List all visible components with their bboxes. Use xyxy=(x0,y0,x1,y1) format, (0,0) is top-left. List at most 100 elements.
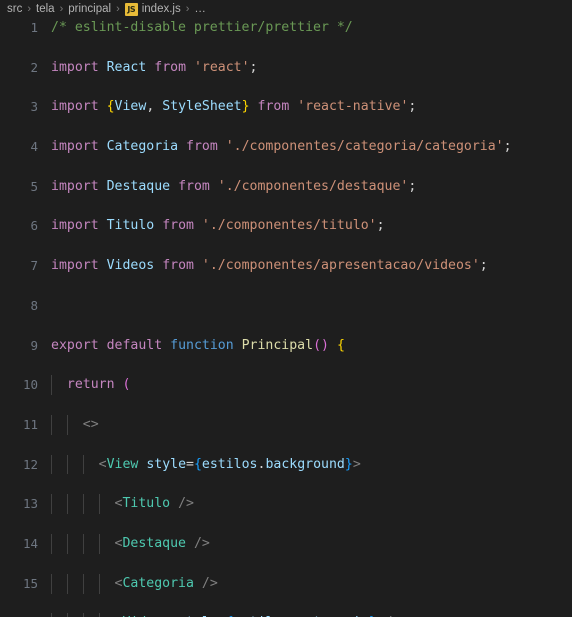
code-token: from xyxy=(178,178,210,194)
code-line-content: import {View, StyleSheet} from 'react-na… xyxy=(51,97,416,117)
breadcrumb-separator-icon: › xyxy=(27,3,32,15)
code-token: Titulo xyxy=(106,218,155,234)
line-number: 3 xyxy=(30,99,38,115)
code-token: ( xyxy=(313,337,322,353)
breadcrumb-item-tela[interactable]: tela xyxy=(35,3,56,15)
code-token: View xyxy=(114,99,147,115)
line-number: 9 xyxy=(30,337,38,353)
code-token: } xyxy=(344,456,353,472)
code-token: Destaque xyxy=(106,178,171,194)
code-line-content: <Videos style={estilos.categoria} /> xyxy=(51,613,401,617)
code-token: /> xyxy=(178,496,194,512)
code-token: default xyxy=(106,337,163,353)
code-line[interactable]: 4 import Categoria from './componentes/ca… xyxy=(0,137,572,157)
code-token: <> xyxy=(82,416,99,432)
code-line-content: import Categoria from './componentes/cat… xyxy=(51,137,512,157)
code-token: ; xyxy=(408,178,417,194)
code-line-content: import React from 'react'; xyxy=(51,58,258,78)
code-token: from xyxy=(162,218,194,234)
line-number: 11 xyxy=(22,416,38,432)
code-token: /> xyxy=(193,536,210,552)
code-line[interactable]: 10 return ( xyxy=(0,375,572,396)
code-token: import xyxy=(51,178,99,194)
code-line[interactable]: 15 <Categoria /> xyxy=(0,573,572,594)
javascript-file-icon: JS xyxy=(124,2,138,16)
code-line[interactable]: 7 import Videos from './componentes/apres… xyxy=(0,256,572,276)
code-token: Principal xyxy=(241,337,314,353)
code-line[interactable]: 2 import React from 'react'; xyxy=(0,58,572,78)
code-line[interactable]: 14 <Destaque /> xyxy=(0,534,572,554)
code-token: from xyxy=(162,258,194,274)
code-token: import xyxy=(51,59,99,75)
breadcrumb-item-file[interactable]: index.js xyxy=(141,3,182,15)
code-line[interactable]: 11 <> xyxy=(0,414,572,435)
line-number: 7 xyxy=(30,258,38,274)
breadcrumb-item-principal[interactable]: principal xyxy=(67,3,112,15)
code-token: /* eslint-disable prettier/prettier */ xyxy=(51,20,353,35)
line-number: 6 xyxy=(30,218,38,234)
code-line-content: import Destaque from './componentes/dest… xyxy=(51,177,416,197)
code-token: from xyxy=(154,59,187,75)
code-line[interactable]: 13 <Titulo /> xyxy=(0,494,572,515)
line-number: 16 xyxy=(0,613,38,617)
breadcrumb-symbol-ellipsis[interactable]: … xyxy=(193,3,207,15)
code-line[interactable]: 6 import Titulo from './componentes/titul… xyxy=(0,216,572,236)
code-token: estilos xyxy=(201,456,258,472)
code-line-content: export default function Principal() { xyxy=(51,336,345,356)
code-token: View xyxy=(106,456,139,472)
code-line[interactable]: 8 xyxy=(0,296,572,316)
code-line[interactable]: 3 import {View, StyleSheet} from 'react-n… xyxy=(0,97,572,117)
code-token: './componentes/categoria/categoria' xyxy=(225,139,504,155)
code-line[interactable]: 5 import Destaque from './componentes/des… xyxy=(0,177,572,197)
code-line[interactable]: 1 /* eslint-disable prettier/prettier */ xyxy=(0,18,572,38)
code-token: StyleSheet xyxy=(162,99,242,115)
code-token: ; xyxy=(408,99,417,115)
code-line[interactable]: 9 export default function Principal() { xyxy=(0,336,572,356)
code-token: < xyxy=(98,456,107,472)
code-token: import xyxy=(51,99,99,115)
code-line[interactable]: 16 <Videos style={estilos.categoria} /> xyxy=(0,613,572,617)
code-editor[interactable]: 1 /* eslint-disable prettier/prettier */ 2… xyxy=(0,18,572,617)
code-token: 'react' xyxy=(193,59,250,75)
code-token: ; xyxy=(249,59,258,75)
code-line-content: import Titulo from './componentes/titulo… xyxy=(51,216,385,236)
code-line-content: import Videos from './componentes/aprese… xyxy=(51,256,488,276)
code-token: = xyxy=(186,456,194,472)
code-token: background xyxy=(265,456,345,472)
code-line-content: /* eslint-disable prettier/prettier */ xyxy=(51,18,353,38)
code-token: { xyxy=(336,337,345,353)
code-token: Titulo xyxy=(122,496,171,512)
line-number: 15 xyxy=(22,575,38,591)
code-token: export xyxy=(51,337,99,353)
code-token: import xyxy=(51,218,99,234)
line-number: 2 xyxy=(30,59,38,75)
code-token: Videos xyxy=(106,258,155,274)
code-token: ; xyxy=(376,218,385,234)
code-token: ; xyxy=(503,139,512,155)
code-token: style xyxy=(146,456,187,472)
code-token: from xyxy=(186,139,218,155)
code-token: ( xyxy=(122,377,131,393)
breadcrumb-item-src[interactable]: src xyxy=(6,3,23,15)
code-token: Categoria xyxy=(106,139,179,155)
code-line[interactable]: 12 <View style={estilos.background}> xyxy=(0,454,572,475)
